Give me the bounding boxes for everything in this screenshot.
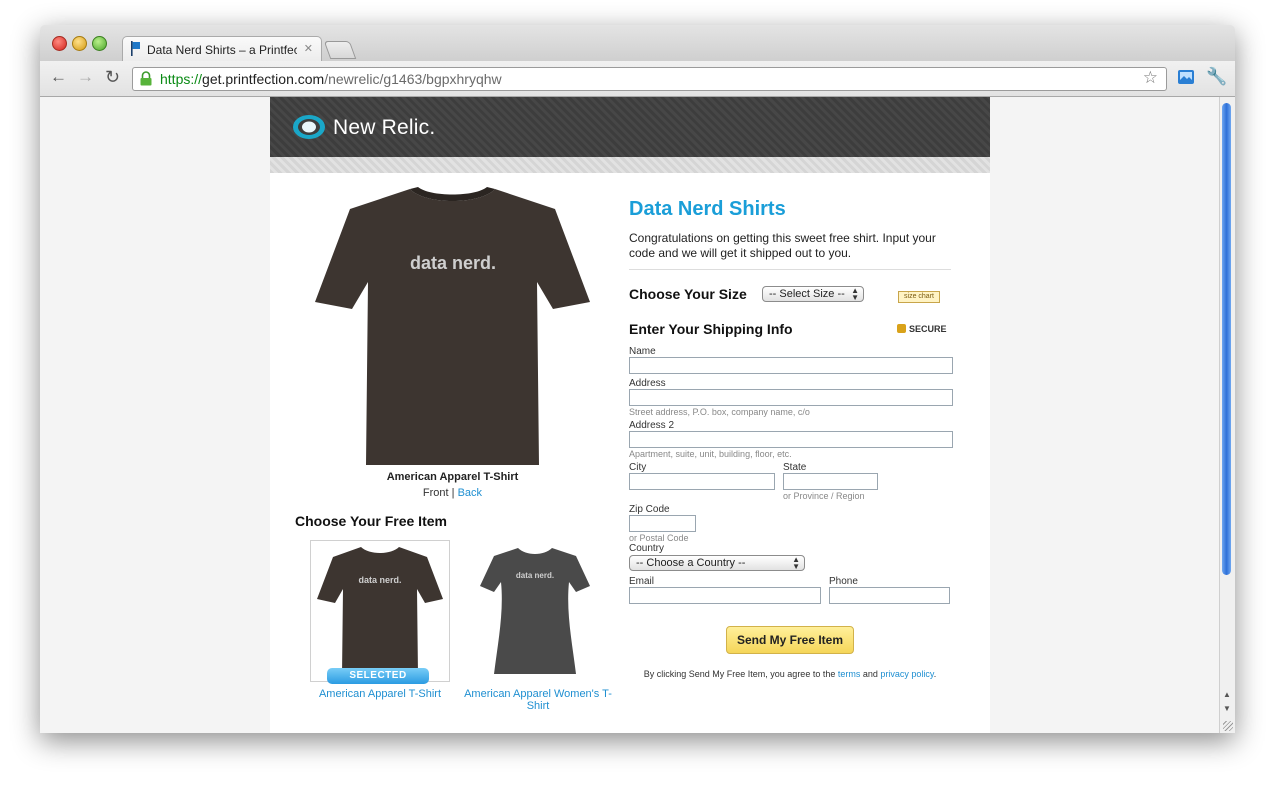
browser-window: Data Nerd Shirts – a Printfecti ✕ ← → ↻ … xyxy=(40,25,1235,733)
agreement-period: . xyxy=(933,669,937,679)
agreement-and: and xyxy=(860,669,881,679)
extension-icon[interactable] xyxy=(1177,68,1195,86)
front-view-label[interactable]: Front xyxy=(423,487,449,499)
zip-field[interactable] xyxy=(629,515,696,532)
name-label: Name xyxy=(629,346,656,357)
send-free-item-button[interactable]: Send My Free Item xyxy=(726,626,854,654)
intro-text: Congratulations on getting this sweet fr… xyxy=(629,231,936,260)
shirt-print-text: data nerd. xyxy=(410,253,496,273)
address2-hint: Apartment, suite, unit, building, floor,… xyxy=(629,449,792,459)
address-field[interactable] xyxy=(629,389,953,406)
forward-icon[interactable]: → xyxy=(77,67,94,87)
size-title: Choose Your Size xyxy=(629,286,747,302)
wrench-icon[interactable]: 🔧 xyxy=(1206,67,1227,87)
view-separator: | xyxy=(448,487,458,499)
tshirt-thumbnail: data nerd. xyxy=(317,547,443,675)
privacy-policy-link[interactable]: privacy policy xyxy=(880,669,933,679)
state-hint: or Province / Region xyxy=(783,491,865,501)
phone-field[interactable] xyxy=(829,587,950,604)
secure-label: SECURE xyxy=(909,324,947,334)
item-link-tshirt[interactable]: American Apparel T-Shirt xyxy=(310,688,450,700)
terms-link[interactable]: terms xyxy=(838,669,861,679)
url-path: /newrelic/g1463/bgpxhryqhw xyxy=(324,71,502,87)
url-scheme: https:// xyxy=(160,71,203,87)
item-card-tshirt[interactable]: data nerd. xyxy=(310,540,450,682)
lock-icon xyxy=(140,71,152,86)
zip-hint: or Postal Code xyxy=(629,533,689,543)
form-title: Data Nerd Shirts xyxy=(629,198,786,220)
back-view-link[interactable]: Back xyxy=(458,487,482,499)
address2-field[interactable] xyxy=(629,431,953,448)
agreement-prefix: By clicking Send My Free Item, you agree… xyxy=(643,669,838,679)
thumb-print-text: data nerd. xyxy=(358,575,401,585)
size-select[interactable]: -- Select Size -- ▲ ▼ xyxy=(762,286,864,302)
new-relic-logo-icon xyxy=(293,115,325,139)
select-arrows-icon: ▲ ▼ xyxy=(851,286,859,302)
address-hint: Street address, P.O. box, company name, … xyxy=(629,407,810,417)
back-icon[interactable]: ← xyxy=(50,67,67,87)
select-arrows-icon: ▲ ▼ xyxy=(792,555,800,571)
product-name: American Apparel T-Shirt xyxy=(386,471,519,483)
header-banner: New Relic. xyxy=(270,97,990,157)
selected-badge: SELECTED xyxy=(327,668,429,684)
country-select-value: -- Choose a Country -- xyxy=(636,557,746,569)
country-select[interactable]: -- Choose a Country -- ▲ ▼ xyxy=(629,555,805,571)
divider xyxy=(629,269,951,270)
thumb-print-text: data nerd. xyxy=(516,571,554,580)
item-link-womens-tshirt[interactable]: American Apparel Women's T-Shirt xyxy=(462,688,614,712)
shirt-front-image: data nerd. xyxy=(315,187,590,465)
view-switcher: Front | Back xyxy=(270,487,635,499)
bookmark-star-icon[interactable]: ☆ xyxy=(1143,68,1158,88)
reload-icon[interactable]: ↻ xyxy=(105,67,120,88)
zip-label: Zip Code xyxy=(629,504,670,515)
city-label: City xyxy=(629,462,647,473)
tab-title: Data Nerd Shirts – a Printfecti xyxy=(147,43,297,57)
secure-badge: SECURE xyxy=(897,324,947,334)
padlock-icon xyxy=(897,324,906,333)
email-label: Email xyxy=(629,576,655,587)
tab-close-icon[interactable]: ✕ xyxy=(304,42,313,55)
scroll-down-icon[interactable]: ▼ xyxy=(1223,704,1231,713)
state-label: State xyxy=(783,462,807,473)
name-field[interactable] xyxy=(629,357,953,374)
vertical-scrollbar[interactable]: ▲ ▼ xyxy=(1219,97,1235,733)
agreement-text: By clicking Send My Free Item, you agree… xyxy=(629,669,951,679)
page-viewport: New Relic. data nerd. American Apparel T… xyxy=(40,97,1235,733)
brand-name: New Relic. xyxy=(333,116,436,139)
close-window-button[interactable] xyxy=(52,36,67,51)
minimize-window-button[interactable] xyxy=(72,36,87,51)
browser-toolbar: ← → ↻ https://get.printfection.com/newre… xyxy=(40,61,1235,97)
tab-strip: Data Nerd Shirts – a Printfecti ✕ xyxy=(40,25,1235,62)
favicon-flag-icon xyxy=(131,41,140,56)
phone-label: Phone xyxy=(829,576,858,587)
resize-grip-icon[interactable] xyxy=(1223,721,1233,731)
womens-tshirt-thumbnail: data nerd. xyxy=(480,548,590,674)
size-select-value: -- Select Size -- xyxy=(769,288,845,300)
new-tab-button[interactable] xyxy=(323,41,357,59)
country-label: Country xyxy=(629,543,665,554)
address-bar[interactable]: https://get.printfection.com/newrelic/g1… xyxy=(132,67,1167,91)
state-field[interactable] xyxy=(783,473,878,490)
choose-item-title: Choose Your Free Item xyxy=(295,513,447,529)
zoom-window-button[interactable] xyxy=(92,36,107,51)
city-field[interactable] xyxy=(629,473,775,490)
address2-label: Address 2 xyxy=(629,420,675,431)
item-card-womens-tshirt[interactable]: data nerd. xyxy=(466,540,604,680)
shipping-title: Enter Your Shipping Info xyxy=(629,321,793,337)
scrollbar-thumb[interactable] xyxy=(1222,103,1231,575)
scroll-up-icon[interactable]: ▲ xyxy=(1223,690,1231,699)
url-host: get.printfection.com xyxy=(202,71,325,87)
email-field[interactable] xyxy=(629,587,821,604)
url-text: https://get.printfection.com/newrelic/g1… xyxy=(160,71,502,87)
browser-tab[interactable]: Data Nerd Shirts – a Printfecti ✕ xyxy=(122,36,322,62)
banner-strip xyxy=(270,157,990,173)
page-container: New Relic. data nerd. American Apparel T… xyxy=(270,97,990,733)
size-chart-button[interactable]: size chart xyxy=(898,291,940,303)
address-label: Address xyxy=(629,378,666,389)
